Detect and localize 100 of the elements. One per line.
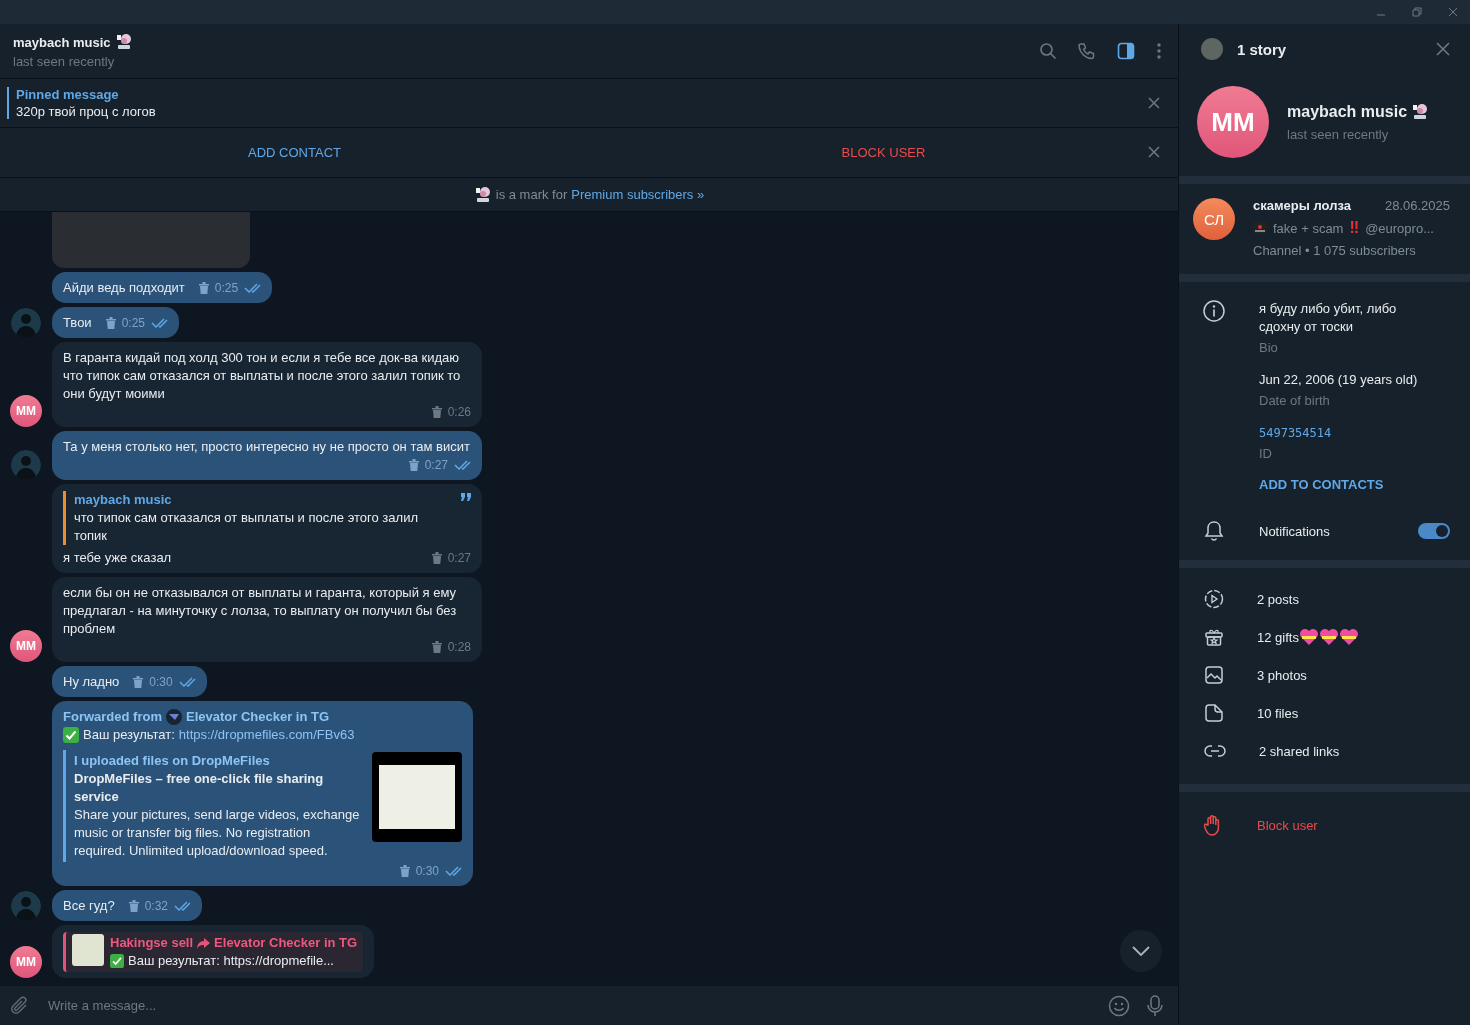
thumbnail-image-placeholder: [72, 934, 104, 966]
profile-status: last seen recently: [1287, 126, 1390, 142]
sticker-icon: [1411, 102, 1430, 121]
channel-post-text: fake + scam: [1273, 220, 1344, 236]
message-composer[interactable]: Write a message...: [0, 986, 1178, 1025]
channel-name: скамеры лолза: [1253, 198, 1351, 213]
message-time: 0:32: [144, 898, 168, 915]
media-label: 12 gifts: [1257, 629, 1299, 645]
microphone-icon[interactable]: [1146, 994, 1164, 1017]
message-time: 0:26: [447, 404, 471, 421]
quote-sender: Hakingse sell: [110, 934, 194, 952]
close-icon[interactable]: [1436, 42, 1450, 56]
media-label: 10 files: [1257, 705, 1299, 721]
media-item[interactable]: 10 files: [1179, 694, 1470, 732]
notifications-toggle[interactable]: [1418, 523, 1450, 539]
message-time: 0:25: [121, 315, 145, 332]
media-item[interactable]: 3 photos: [1179, 656, 1470, 694]
forward-source-link[interactable]: Elevator Checker in TG: [185, 708, 330, 726]
emoji-icon[interactable]: [1108, 994, 1130, 1017]
pinned-label: Pinned message: [16, 87, 120, 102]
heart-icon: [1298, 628, 1319, 646]
info-value: 5497354514: [1259, 425, 1333, 442]
quote-icon: [461, 493, 471, 501]
sidebar-toggle-icon[interactable]: [1117, 42, 1135, 60]
message-text: Ну ладно: [63, 673, 120, 691]
media-item[interactable]: 2 shared links: [1179, 732, 1470, 770]
close-icon[interactable]: [1148, 97, 1160, 109]
trash-icon: [431, 552, 442, 564]
forwarded-quote[interactable]: Hakingse sell Elevator Checker in TG Ваш результат: https://dropmefile...: [63, 932, 364, 972]
message-text: если бы он не отказывался от выплаты и гаранта, который я ему предлагал - на минуточку с лолза, то выплату он получил бы без проблем: [63, 584, 458, 638]
scroll-down-button[interactable]: [1120, 930, 1162, 972]
message-text: Твои: [63, 314, 92, 332]
info-label: ID: [1259, 446, 1273, 461]
close-icon[interactable]: [1148, 146, 1160, 158]
pinned-message[interactable]: Pinned message 320р твой проц с логов: [7, 87, 156, 119]
preview-title: DropMeFiles – free one-click file sharing service: [74, 770, 325, 806]
add-contact-button[interactable]: ADD CONTACT: [238, 139, 351, 166]
close-icon[interactable]: [1448, 7, 1458, 17]
trash-icon: [399, 865, 410, 877]
message-time: 0:30: [415, 863, 439, 880]
trash-icon: [105, 317, 116, 329]
chevron-down-icon: [1132, 946, 1150, 956]
story-count[interactable]: 1 story: [1237, 40, 1287, 58]
block-user-button[interactable]: BLOCK USER: [831, 139, 936, 166]
media-label: 2 posts: [1257, 591, 1299, 607]
channel-date: 28.06.2025: [1384, 198, 1450, 213]
chat-title: maybach music: [13, 34, 111, 50]
sticker-icon: [473, 185, 492, 204]
media-label: 2 shared links: [1259, 743, 1340, 759]
quote-text: Ваш результат: https://dropmefile...: [128, 952, 334, 970]
channel-avatar: СЛ: [1193, 198, 1235, 240]
double-check-icon: [244, 283, 262, 293]
paperclip-icon[interactable]: [10, 995, 30, 1016]
personal-channel[interactable]: СЛ скамеры лолза 28.06.2025 fake + scam ‼ @europro... Channel • 1 075 subscribers: [1179, 184, 1470, 274]
image-icon: [1204, 665, 1224, 685]
trash-icon: [431, 406, 442, 418]
trash-icon: [431, 641, 442, 653]
block-user-item[interactable]: Block user: [1179, 792, 1470, 858]
block-user-label: Block user: [1257, 817, 1318, 833]
info-label: Bio: [1259, 340, 1279, 355]
exclamation-mark: ‼: [1349, 219, 1360, 237]
check-mark-icon: [63, 727, 79, 743]
bell-icon: [1204, 520, 1224, 542]
forwarded-label: Forwarded from: [63, 708, 162, 726]
add-to-contacts-link[interactable]: ADD TO CONTACTS: [1259, 477, 1384, 492]
result-link[interactable]: https://dropmefiles.com/FBv63: [178, 726, 355, 744]
sticker-icon: [114, 33, 133, 51]
message-input[interactable]: Write a message...: [46, 997, 1092, 1014]
story-avatar-placeholder[interactable]: [1201, 38, 1223, 60]
preview-description: Share your pictures, send large videos, exchange music or transfer big files. No registration required. Unlimited upload/download speed.: [74, 806, 361, 860]
message-time: 0:27: [447, 550, 471, 567]
double-check-icon: [445, 866, 462, 876]
heart-icon: [1338, 628, 1359, 646]
message-text: Та у меня столько нет, просто интересно ну не просто он там висит: [63, 438, 470, 456]
search-icon[interactable]: [1039, 42, 1057, 60]
link-preview[interactable]: [63, 750, 462, 862]
channel-post-handle: @europro...: [1365, 220, 1434, 236]
file-icon: [1204, 703, 1224, 723]
trash-icon: [133, 676, 144, 688]
message-text: Все гуд?: [63, 897, 115, 915]
message-time: 0:25: [214, 280, 239, 297]
double-check-icon: [454, 460, 471, 470]
message-time: 0:27: [424, 457, 448, 474]
channel-post-thumbnail-icon: [1253, 222, 1267, 234]
trash-icon: [128, 900, 139, 912]
profile-name: maybach music: [1287, 102, 1408, 121]
restore-icon[interactable]: [1412, 7, 1422, 17]
message-time: 0:30: [149, 674, 173, 691]
trash-icon: [198, 282, 209, 294]
phone-icon[interactable]: [1078, 42, 1096, 60]
check-mark-icon: [110, 954, 124, 968]
preview-site: I uploaded files on DropMeFiles: [74, 752, 271, 770]
hand-icon: [1204, 814, 1222, 836]
heart-icon: [1318, 628, 1339, 646]
premium-notice-text: is a mark for: [495, 187, 568, 202]
media-item[interactable]: 2 posts: [1179, 580, 1470, 618]
premium-link[interactable]: Premium subscribers »: [571, 187, 705, 202]
more-icon[interactable]: [1156, 42, 1162, 60]
media-item[interactable]: 12 gifts: [1179, 618, 1470, 656]
double-check-icon: [174, 901, 191, 911]
